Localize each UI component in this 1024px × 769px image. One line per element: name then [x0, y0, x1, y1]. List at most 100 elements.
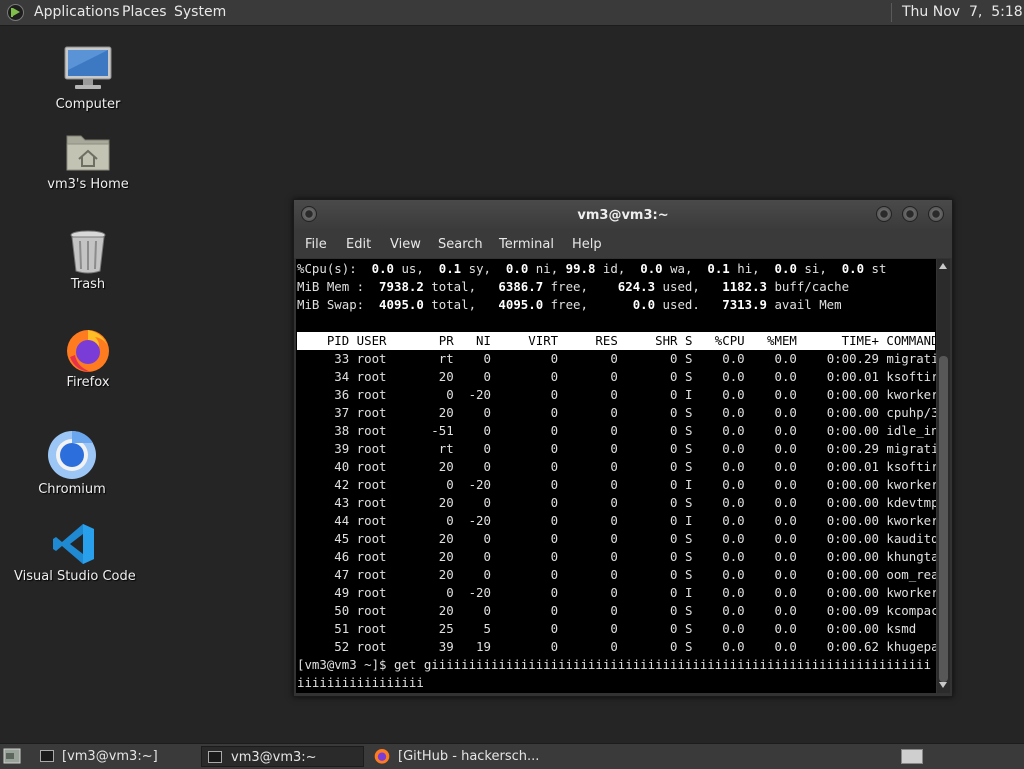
process-cell: 0: [423, 477, 454, 492]
process-cell: 0: [490, 603, 559, 618]
process-cell: 20: [423, 549, 454, 564]
taskbar-item[interactable]: [vm3@vm3:~]: [35, 746, 195, 767]
scroll-down-arrow-icon[interactable]: [939, 682, 947, 688]
process-cell: 0: [453, 405, 491, 420]
desktop-icon-firefox[interactable]: Firefox: [40, 326, 136, 396]
process-cell: 0.0: [692, 585, 745, 600]
firefox-icon: [374, 749, 390, 764]
process-row: 46 root 20 0 0 0 0 S 0.0 0.0 0:00.00 khu…: [297, 548, 936, 566]
summary-unit: st: [864, 261, 887, 276]
process-cell: 0.0: [744, 603, 797, 618]
process-cell: I: [677, 513, 693, 528]
process-cell: root: [349, 495, 424, 510]
process-cell: 45: [297, 531, 350, 546]
process-cell: S: [677, 441, 693, 456]
process-cell: 0: [490, 513, 559, 528]
menu-view[interactable]: View: [390, 237, 421, 252]
process-cell: ksoftir+: [886, 459, 936, 474]
process-cell: 46: [297, 549, 350, 564]
process-cell: 0: [617, 621, 678, 636]
process-cell: 0: [558, 369, 618, 384]
process-cell: 0: [490, 477, 559, 492]
scroll-up-arrow-icon[interactable]: [939, 263, 947, 269]
process-cell: migrati+: [886, 441, 936, 456]
desktop-icon-chromium[interactable]: Chromium: [24, 430, 120, 500]
terminal-titlebar[interactable]: vm3@vm3:~: [294, 200, 952, 231]
process-cell: rt: [423, 441, 454, 456]
process-cell: 37: [297, 405, 350, 420]
process-cell: 42: [297, 477, 350, 492]
menu-help[interactable]: Help: [572, 237, 602, 252]
workspace-switcher[interactable]: [901, 749, 923, 764]
process-cell: S: [677, 405, 693, 420]
process-cell: ksoftir+: [886, 369, 936, 384]
summary-label: %Cpu(s):: [297, 261, 357, 276]
process-cell: 0: [617, 369, 678, 384]
desktop-icon-trash[interactable]: Trash: [40, 228, 136, 298]
terminal-scrollbar[interactable]: [937, 259, 950, 693]
process-cell: 0.0: [692, 567, 745, 582]
taskbar-item-active[interactable]: vm3@vm3:~: [201, 746, 364, 767]
process-cell: 0: [617, 351, 678, 366]
desktop-icon-label: Computer: [55, 97, 121, 112]
applications-menu-icon[interactable]: [7, 4, 24, 21]
process-cell: 0:00.00: [796, 621, 879, 636]
process-cell: oom_rea+: [886, 567, 936, 582]
scrollbar-thumb[interactable]: [939, 356, 948, 682]
maximize-button[interactable]: [902, 206, 918, 222]
process-cell: 19: [453, 639, 491, 654]
process-cell: 0.0: [692, 603, 745, 618]
process-cell: S: [677, 639, 693, 654]
process-cell: khugepa+: [886, 639, 936, 654]
summary-value: 624.3: [587, 279, 656, 294]
process-cell: kworker+: [886, 513, 936, 528]
trash-icon: [70, 230, 106, 274]
process-cell: -20: [453, 585, 491, 600]
summary-value: 4095.0: [476, 297, 544, 312]
process-cell: 0: [453, 369, 491, 384]
clock[interactable]: Thu Nov 7, 5:18 PM: [902, 0, 1024, 25]
menu-edit[interactable]: Edit: [346, 237, 371, 252]
places-menu[interactable]: Places: [122, 0, 167, 25]
show-desktop-icon[interactable]: [3, 748, 21, 764]
process-cell: 33: [297, 351, 350, 366]
process-cell: 0: [558, 639, 618, 654]
column-header: USER: [349, 333, 424, 348]
taskbar-item[interactable]: [GitHub - hackersch...: [370, 746, 545, 767]
firefox-icon: [67, 330, 109, 372]
desktop-icon-home[interactable]: vm3's Home: [40, 128, 136, 198]
process-row: 37 root 20 0 0 0 0 S 0.0 0.0 0:00.00 cpu…: [297, 404, 936, 422]
process-cell: 0: [558, 531, 618, 546]
process-cell: I: [677, 477, 693, 492]
desktop-icon-vscode[interactable]: Visual Studio Code: [14, 520, 136, 590]
menu-file[interactable]: File: [305, 237, 327, 252]
terminal-output[interactable]: %Cpu(s): 0.0 us, 0.1 sy, 0.0 ni, 99.8 id…: [296, 259, 936, 693]
minimize-button[interactable]: [876, 206, 892, 222]
menu-search[interactable]: Search: [438, 237, 483, 252]
menu-terminal[interactable]: Terminal: [499, 237, 554, 252]
prompt-line-wrap: iiiiiiiiiiiiiiiii: [297, 675, 424, 690]
applications-menu[interactable]: Applications: [34, 0, 120, 25]
process-row: 40 root 20 0 0 0 0 S 0.0 0.0 0:00.01 kso…: [297, 458, 936, 476]
process-table-header: PID USER PR NI VIRT RES SHR S %CPU %MEM …: [297, 332, 936, 350]
column-header: TIME+: [796, 333, 879, 348]
swap-summary-line: MiB Swap: 4095.0 total, 4095.0 free, 0.0…: [297, 296, 842, 314]
process-cell: S: [677, 603, 693, 618]
terminal-window[interactable]: vm3@vm3:~ File Edit View Search Terminal…: [293, 199, 953, 697]
column-header: PR: [423, 333, 454, 348]
chromium-icon: [48, 430, 96, 479]
process-row: 34 root 20 0 0 0 0 S 0.0 0.0 0:00.01 kso…: [297, 368, 936, 386]
process-cell: 0: [617, 387, 678, 402]
process-cell: 0.0: [692, 387, 745, 402]
process-cell: 0: [490, 621, 559, 636]
close-button[interactable]: [928, 206, 944, 222]
process-cell: 0: [558, 423, 618, 438]
system-menu[interactable]: System: [174, 0, 226, 25]
process-cell: 0.0: [744, 477, 797, 492]
window-menu-button[interactable]: [301, 206, 317, 222]
process-cell: kcompac+: [886, 603, 936, 618]
desktop-icon-computer[interactable]: Computer: [40, 44, 136, 116]
process-cell: 0: [490, 531, 559, 546]
process-cell: 0: [490, 441, 559, 456]
process-cell: 0.0: [744, 351, 797, 366]
